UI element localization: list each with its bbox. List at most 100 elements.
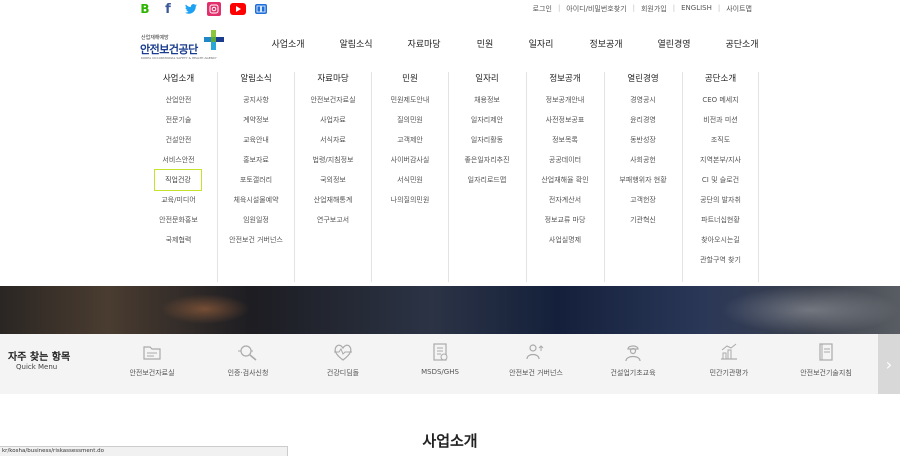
youtube-icon[interactable]	[230, 3, 246, 15]
menu-item[interactable]: CEO 메세지	[683, 90, 758, 110]
menu-item[interactable]: 일자리로드맵	[449, 170, 525, 190]
gnb-jobs[interactable]: 일자리	[529, 37, 554, 50]
document-icon	[433, 343, 448, 361]
section-title: 사업소개	[422, 432, 478, 450]
menu-item[interactable]: 산업안전	[140, 90, 217, 110]
mega-column-head[interactable]: 민원	[372, 72, 448, 90]
gnb-about[interactable]: 공단소개	[725, 37, 758, 50]
menu-item[interactable]: 지역본부/지사	[683, 150, 758, 170]
menu-item[interactable]: 채용정보	[449, 90, 525, 110]
menu-item[interactable]: 고객헌장	[605, 190, 681, 210]
quick-menu-next-button[interactable]: ›	[878, 334, 900, 394]
menu-item[interactable]: 비전과 미션	[683, 110, 758, 130]
menu-item[interactable]: 윤리경영	[605, 110, 681, 130]
menu-item[interactable]: 동반성장	[605, 130, 681, 150]
find-id-password-link[interactable]: 아이디/비밀번호찾기	[560, 4, 632, 14]
quick-menu: 자주 찾는 항목 Quick Menu 안전보건자료실 인증·검사신청 건강디딤…	[0, 334, 900, 394]
gnb-open-management[interactable]: 열린경영	[657, 37, 690, 50]
menu-item[interactable]: 일자리활동	[449, 130, 525, 150]
menu-item[interactable]: 정보목록	[527, 130, 603, 150]
menu-item[interactable]: 계약정보	[218, 110, 294, 130]
menu-item[interactable]: 기관혁신	[605, 210, 681, 230]
menu-item[interactable]: 전문기술	[140, 110, 217, 130]
twitter-icon[interactable]	[184, 2, 198, 16]
login-link[interactable]: 로그인	[527, 4, 558, 14]
menu-item-selected[interactable]: 직업건강	[154, 169, 202, 191]
menu-item[interactable]: 사회공헌	[605, 150, 681, 170]
menu-item[interactable]: 국제협력	[140, 230, 217, 250]
menu-item[interactable]: 정보교류 마당	[527, 210, 603, 230]
quick-item-governance[interactable]: 안전보건 거버넌스	[491, 342, 581, 388]
menu-item[interactable]: 조직도	[683, 130, 758, 150]
menu-item[interactable]: 포토갤러리	[218, 170, 294, 190]
menu-item[interactable]: 공단의 발자취	[683, 190, 758, 210]
signup-link[interactable]: 회원가입	[635, 4, 673, 14]
menu-item[interactable]: 체육시설물예약	[218, 190, 294, 210]
menu-item[interactable]: 서비스안전	[140, 150, 217, 170]
menu-item[interactable]: 산업재해율 확인	[527, 170, 603, 190]
menu-item[interactable]: 교육안내	[218, 130, 294, 150]
quick-item-certification[interactable]: 인증·검사신청	[203, 342, 293, 388]
menu-item[interactable]: 경영공시	[605, 90, 681, 110]
quick-item-private-agency-evaluation[interactable]: 민간기관평가	[684, 342, 774, 388]
gnb-information-disclosure[interactable]: 정보공개	[589, 37, 622, 50]
mega-column-head[interactable]: 자료마당	[295, 72, 371, 90]
menu-item[interactable]: 국외정보	[295, 170, 371, 190]
mega-column-head[interactable]: 공단소개	[683, 72, 758, 90]
facebook-icon[interactable]: f	[161, 2, 175, 17]
menu-item[interactable]: 정보공개안내	[527, 90, 603, 110]
menu-item[interactable]: 안전보건자료실	[295, 90, 371, 110]
gnb-civil-affairs[interactable]: 민원	[477, 37, 494, 50]
mega-column-head[interactable]: 정보공개	[527, 72, 603, 90]
chart-icon	[721, 343, 737, 360]
menu-item[interactable]: 질의민원	[372, 110, 448, 130]
menu-item[interactable]: 나의질의민원	[372, 190, 448, 210]
menu-item[interactable]: 찾아오시는길	[683, 230, 758, 250]
mega-column-head[interactable]: 일자리	[449, 72, 525, 90]
menu-item[interactable]: CI 및 슬로건	[683, 170, 758, 190]
menu-item[interactable]: 민원제도안내	[372, 90, 448, 110]
gnb-business[interactable]: 사업소개	[271, 37, 304, 50]
menu-item[interactable]: 교육/미디어	[140, 190, 217, 210]
menu-item[interactable]: 산업재해통계	[295, 190, 371, 210]
menu-item[interactable]: 홍보자료	[218, 150, 294, 170]
menu-item[interactable]: 일자리제안	[449, 110, 525, 130]
menu-item[interactable]: 전자계산서	[527, 190, 603, 210]
menu-item[interactable]: 건설안전	[140, 130, 217, 150]
instagram-icon[interactable]	[207, 2, 221, 16]
menu-item[interactable]: 고객제안	[372, 130, 448, 150]
quick-item-construction-training[interactable]: 건설업기초교육	[588, 342, 678, 388]
menu-item[interactable]: 좋은일자리추진	[449, 150, 525, 170]
menu-item[interactable]: 공지사항	[218, 90, 294, 110]
book-icon	[819, 343, 833, 361]
quick-item-technical-guidelines[interactable]: 안전보건기술지침	[781, 342, 871, 388]
menu-item[interactable]: 파트너십현황	[683, 210, 758, 230]
menu-item[interactable]: 안전문화홍보	[140, 210, 217, 230]
mega-column-head[interactable]: 사업소개	[140, 72, 217, 90]
menu-item[interactable]: 사이버감사실	[372, 150, 448, 170]
blog-icon[interactable]: B	[138, 2, 152, 16]
quick-item-safety-library[interactable]: 안전보건자료실	[107, 342, 197, 388]
hero-banner	[0, 286, 900, 334]
gnb-news[interactable]: 알림소식	[339, 37, 372, 50]
ebook-icon[interactable]	[255, 4, 267, 14]
sitemap-link[interactable]: 사이트맵	[720, 4, 758, 14]
menu-item[interactable]: 안전보건 거버넌스	[218, 230, 294, 250]
gnb-resources[interactable]: 자료마당	[407, 37, 440, 50]
menu-item[interactable]: 법령/지침정보	[295, 150, 371, 170]
menu-item[interactable]: 부패행위자 현황	[605, 170, 681, 190]
menu-item[interactable]: 사업실명제	[527, 230, 603, 250]
mega-column-head[interactable]: 열린경영	[605, 72, 681, 90]
menu-item[interactable]: 사전정보공표	[527, 110, 603, 130]
menu-item[interactable]: 관할구역 찾기	[683, 250, 758, 270]
quick-item-health-steppingstone[interactable]: 건강디딤돌	[298, 342, 388, 388]
quick-item-msds-ghs[interactable]: MSDS/GHS	[395, 342, 485, 388]
menu-item[interactable]: 사업자료	[295, 110, 371, 130]
menu-item[interactable]: 공공데이터	[527, 150, 603, 170]
menu-item[interactable]: 임원일정	[218, 210, 294, 230]
menu-item[interactable]: 서식민원	[372, 170, 448, 190]
english-link[interactable]: ENGLISH	[675, 4, 718, 14]
menu-item[interactable]: 서식자료	[295, 130, 371, 150]
mega-column-head[interactable]: 알림소식	[218, 72, 294, 90]
menu-item[interactable]: 연구보고서	[295, 210, 371, 230]
